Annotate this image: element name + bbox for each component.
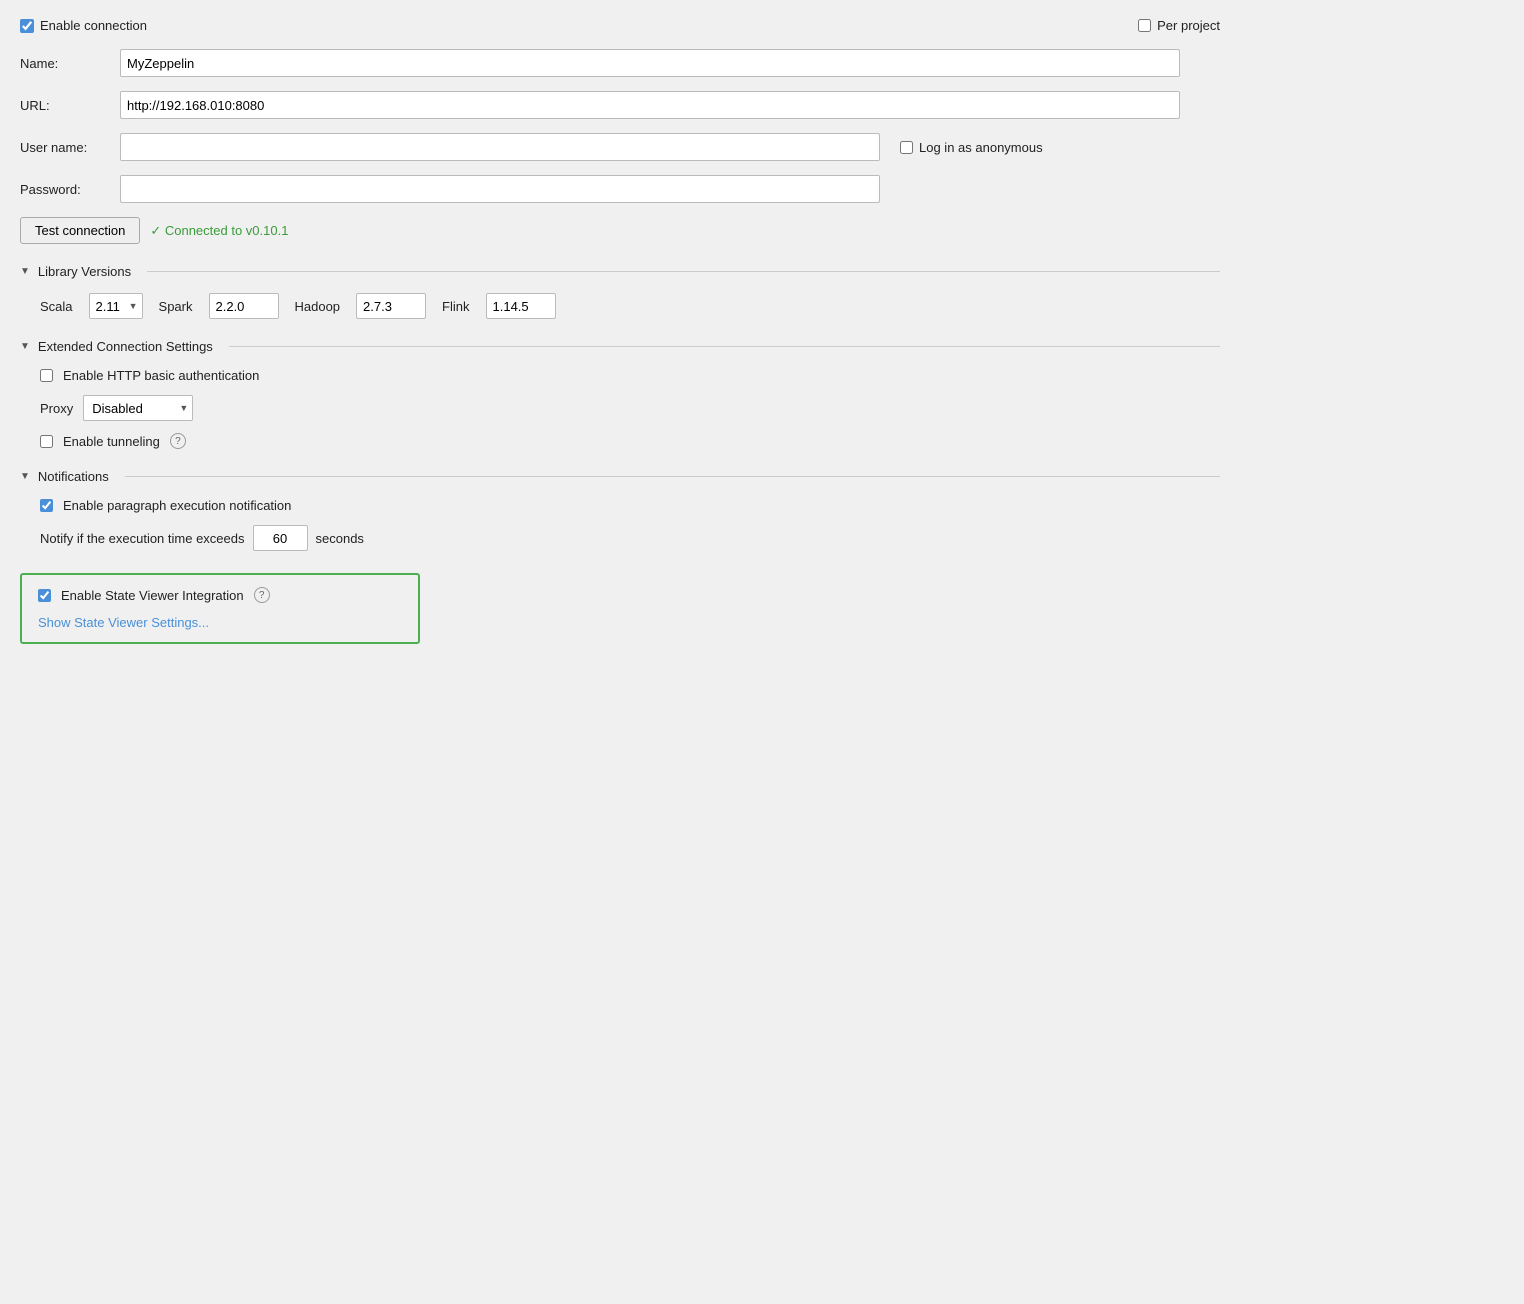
proxy-select-wrapper[interactable]: Disabled HTTP SOCKS5 bbox=[83, 395, 193, 421]
per-project-checkbox[interactable] bbox=[1138, 19, 1151, 32]
show-state-viewer-settings-link[interactable]: Show State Viewer Settings... bbox=[38, 615, 402, 630]
library-row: Scala 2.11 2.12 Spark Hadoop Flink bbox=[40, 293, 1220, 319]
hadoop-label: Hadoop bbox=[295, 299, 341, 314]
name-input[interactable] bbox=[120, 49, 1180, 77]
extended-settings-triangle[interactable]: ▼ bbox=[20, 341, 30, 352]
log-in-anonymous-checkbox[interactable] bbox=[900, 141, 913, 154]
password-row: Password: bbox=[20, 175, 1220, 203]
username-row: User name: Log in as anonymous bbox=[20, 133, 1220, 161]
state-viewer-row: Enable State Viewer Integration ? bbox=[38, 587, 402, 603]
tunneling-row: Enable tunneling ? bbox=[40, 433, 1220, 449]
library-versions-title: Library Versions bbox=[38, 264, 131, 279]
per-project-area[interactable]: Per project bbox=[1138, 18, 1220, 33]
name-label: Name: bbox=[20, 56, 120, 71]
notifications-section-header: ▼ Notifications bbox=[20, 469, 1220, 484]
scala-select-wrapper[interactable]: 2.11 2.12 bbox=[89, 293, 143, 319]
enable-connection-label: Enable connection bbox=[40, 18, 147, 33]
scala-select[interactable]: 2.11 2.12 bbox=[89, 293, 143, 319]
library-versions-divider bbox=[147, 271, 1220, 272]
notifications-content: Enable paragraph execution notification … bbox=[40, 498, 1220, 551]
notifications-title: Notifications bbox=[38, 469, 109, 484]
anon-area[interactable]: Log in as anonymous bbox=[900, 140, 1043, 155]
spark-input[interactable] bbox=[209, 293, 279, 319]
http-auth-checkbox[interactable] bbox=[40, 369, 53, 382]
extended-settings-content: Enable HTTP basic authentication Proxy D… bbox=[40, 368, 1220, 449]
scala-label: Scala bbox=[40, 299, 73, 314]
settings-form: Enable connection Per project Name: URL:… bbox=[20, 18, 1220, 644]
enable-connection-wrapper[interactable]: Enable connection bbox=[20, 18, 147, 33]
notifications-divider bbox=[125, 476, 1220, 477]
per-project-label: Per project bbox=[1157, 18, 1220, 33]
test-connection-row: Test connection ✓ Connected to v0.10.1 bbox=[20, 217, 1220, 244]
notify-seconds-input[interactable] bbox=[253, 525, 308, 551]
username-label: User name: bbox=[20, 140, 120, 155]
test-connection-button[interactable]: Test connection bbox=[20, 217, 140, 244]
proxy-select[interactable]: Disabled HTTP SOCKS5 bbox=[83, 395, 193, 421]
library-versions-triangle[interactable]: ▼ bbox=[20, 266, 30, 277]
proxy-row: Proxy Disabled HTTP SOCKS5 bbox=[40, 395, 1220, 421]
state-viewer-checkbox[interactable] bbox=[38, 589, 51, 602]
connection-status: ✓ Connected to v0.10.1 bbox=[150, 223, 288, 239]
url-row: URL: bbox=[20, 91, 1220, 119]
hadoop-input[interactable] bbox=[356, 293, 426, 319]
flink-label: Flink bbox=[442, 299, 469, 314]
flink-input[interactable] bbox=[486, 293, 556, 319]
extended-settings-divider bbox=[229, 346, 1220, 347]
password-input[interactable] bbox=[120, 175, 880, 203]
paragraph-notification-row: Enable paragraph execution notification bbox=[40, 498, 1220, 513]
password-label: Password: bbox=[20, 182, 120, 197]
enable-connection-checkbox[interactable] bbox=[20, 19, 34, 33]
library-versions-section-header: ▼ Library Versions bbox=[20, 264, 1220, 279]
extended-settings-title: Extended Connection Settings bbox=[38, 339, 213, 354]
http-auth-row: Enable HTTP basic authentication bbox=[40, 368, 1220, 383]
paragraph-notification-checkbox[interactable] bbox=[40, 499, 53, 512]
notify-exceed-label: Notify if the execution time exceeds bbox=[40, 531, 245, 546]
proxy-label: Proxy bbox=[40, 401, 73, 416]
top-row: Enable connection Per project bbox=[20, 18, 1220, 33]
paragraph-notification-label: Enable paragraph execution notification bbox=[63, 498, 291, 513]
username-input[interactable] bbox=[120, 133, 880, 161]
notifications-triangle[interactable]: ▼ bbox=[20, 471, 30, 482]
state-viewer-label: Enable State Viewer Integration bbox=[61, 588, 244, 603]
tunneling-help-icon[interactable]: ? bbox=[170, 433, 186, 449]
seconds-label: seconds bbox=[316, 531, 364, 546]
state-viewer-box: Enable State Viewer Integration ? Show S… bbox=[20, 573, 420, 644]
extended-settings-section-header: ▼ Extended Connection Settings bbox=[20, 339, 1220, 354]
tunneling-label: Enable tunneling bbox=[63, 434, 160, 449]
url-input[interactable] bbox=[120, 91, 1180, 119]
name-row: Name: bbox=[20, 49, 1220, 77]
tunneling-checkbox[interactable] bbox=[40, 435, 53, 448]
notify-exceed-row: Notify if the execution time exceeds sec… bbox=[40, 525, 1220, 551]
spark-label: Spark bbox=[159, 299, 193, 314]
log-in-anonymous-label: Log in as anonymous bbox=[919, 140, 1043, 155]
http-auth-label: Enable HTTP basic authentication bbox=[63, 368, 259, 383]
state-viewer-help-icon[interactable]: ? bbox=[254, 587, 270, 603]
url-label: URL: bbox=[20, 98, 120, 113]
